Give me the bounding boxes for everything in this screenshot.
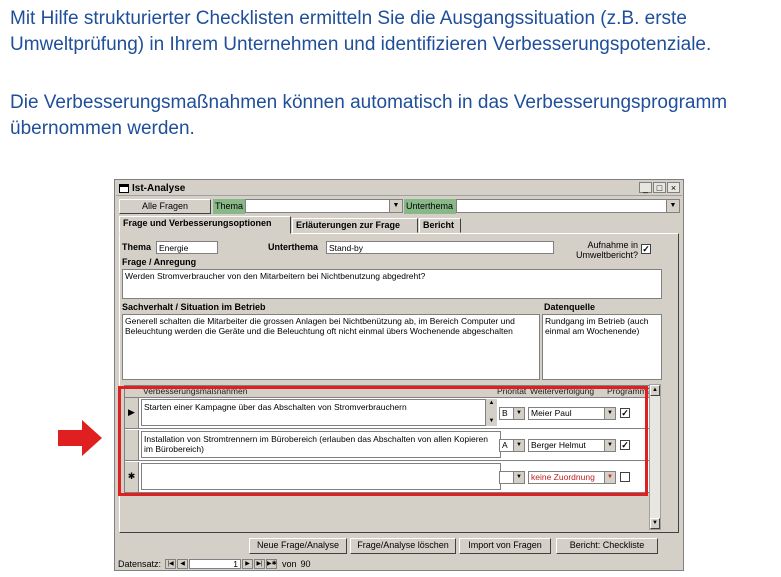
massnahme-text[interactable] xyxy=(141,463,501,490)
form-icon xyxy=(119,183,129,193)
person-value: Meier Paul xyxy=(531,408,572,418)
last-record-icon[interactable]: ▶| xyxy=(254,559,266,569)
frage-field[interactable]: Werden Stromverbraucher von den Mitarbei… xyxy=(122,269,662,299)
unterthema-filter-combo[interactable]: ▼ xyxy=(456,199,680,213)
chevron-down-icon[interactable]: ▼ xyxy=(389,200,402,212)
table-row[interactable]: ▶ Starten einer Kampagne über das Abscha… xyxy=(125,398,653,429)
current-record-field[interactable]: 1 xyxy=(189,559,242,569)
unterthema-label: Unterthema xyxy=(268,242,319,252)
programm-checkbox[interactable]: ✓ xyxy=(620,408,630,418)
of-label: von xyxy=(282,559,297,569)
header-weiterverfolgung: Weiterverfolgung xyxy=(530,386,595,396)
unterthema-filter-label: Unterthema xyxy=(404,199,456,214)
tab-bericht[interactable]: Bericht xyxy=(419,218,461,233)
total-records: 90 xyxy=(300,559,311,569)
datenquelle-field[interactable]: Rundgang im Betrieb (auch einmal am Woch… xyxy=(542,314,662,380)
record-selector-icon[interactable] xyxy=(125,430,139,460)
table-row[interactable]: Installation von Stromtrennern im Bürobe… xyxy=(125,430,653,461)
minimize-button[interactable]: _ xyxy=(639,182,652,193)
chevron-down-icon[interactable]: ▼ xyxy=(666,200,679,212)
close-button[interactable]: × xyxy=(667,182,680,193)
red-arrow-icon xyxy=(58,420,102,456)
thema-label: Thema xyxy=(122,242,152,252)
table-row[interactable]: ✱ ▼ keine Zuordnung ▼ xyxy=(125,462,653,493)
sachverhalt-field[interactable]: Generell schalten die Mitarbeiter die gr… xyxy=(122,314,540,380)
form-scrollbar[interactable]: ▲ ▼ xyxy=(649,384,661,530)
frage-label: Frage / Anregung xyxy=(122,257,197,267)
massnahme-text[interactable]: Installation von Stromtrennern im Bürobe… xyxy=(141,431,501,458)
massnahmen-subform: Verbesserungsmaßnahmen Priorität Weiterv… xyxy=(124,385,654,493)
chevron-down-icon[interactable]: ▼ xyxy=(604,440,615,451)
import-fragen-button[interactable]: Import von Fragen xyxy=(459,538,551,554)
datenquelle-label: Datenquelle xyxy=(544,302,596,312)
chevron-down-icon[interactable]: ▼ xyxy=(604,472,615,483)
aufnahme-checkbox[interactable]: ✓ xyxy=(641,244,651,254)
all-questions-button[interactable]: Alle Fragen xyxy=(119,199,211,214)
new-record-nav-icon[interactable]: ▶✱ xyxy=(266,559,278,569)
person-value: keine Zuordnung xyxy=(531,472,595,482)
text-scroll-arrows[interactable]: ▲ ▼ xyxy=(485,399,497,426)
tab-panel: Thema Energie Unterthema Stand-by Aufnah… xyxy=(119,233,679,533)
thema-field[interactable]: Energie xyxy=(156,241,218,254)
aufnahme-label: Aufnahme in Umweltbericht? xyxy=(575,240,638,260)
ist-analyse-window: Ist-Analyse _ □ × Alle Fragen Thema ▼ Un… xyxy=(114,179,684,571)
priority-combo[interactable]: A ▼ xyxy=(499,439,525,452)
window-titlebar[interactable]: Ist-Analyse _ □ × xyxy=(116,181,682,196)
scroll-up-icon[interactable]: ▲ xyxy=(650,385,660,396)
priority-value: A xyxy=(502,440,508,450)
chevron-down-icon[interactable]: ▼ xyxy=(513,440,524,451)
frage-loeschen-button[interactable]: Frage/Analyse löschen xyxy=(350,538,456,554)
intro-paragraph-2: Die Verbesserungsmaßnahmen können automa… xyxy=(10,92,728,139)
sachverhalt-label: Sachverhalt / Situation im Betrieb xyxy=(122,302,266,312)
person-combo[interactable]: keine Zuordnung ▼ xyxy=(528,471,616,484)
programm-checkbox[interactable]: ✓ xyxy=(620,440,630,450)
chevron-down-icon[interactable]: ▼ xyxy=(604,408,615,419)
navigation-label: Datensatz: xyxy=(118,559,162,569)
scroll-down-icon[interactable]: ▼ xyxy=(650,518,660,529)
person-combo[interactable]: Berger Helmut ▼ xyxy=(528,439,616,452)
tab-frage-verbesserung[interactable]: Frage und Verbesserungsoptionen xyxy=(119,216,291,234)
priority-combo[interactable]: ▼ xyxy=(499,471,525,484)
header-prioritaet: Priorität xyxy=(497,386,527,396)
bericht-checkliste-button[interactable]: Bericht: Checkliste xyxy=(556,538,658,554)
massnahme-text[interactable]: Starten einer Kampagne über das Abschalt… xyxy=(141,399,497,426)
chevron-down-icon[interactable]: ▼ xyxy=(513,472,524,483)
header-massnahmen: Verbesserungsmaßnahmen xyxy=(143,386,248,396)
first-record-icon[interactable]: |◀ xyxy=(165,559,177,569)
priority-value: B xyxy=(502,408,508,418)
subform-header: Verbesserungsmaßnahmen Priorität Weiterv… xyxy=(125,386,653,398)
priority-combo[interactable]: B ▼ xyxy=(499,407,525,420)
unterthema-field[interactable]: Stand-by xyxy=(326,241,554,254)
thema-filter-combo[interactable]: ▼ xyxy=(245,199,403,213)
header-programm: Programm? xyxy=(607,386,652,396)
previous-record-icon[interactable]: ◀ xyxy=(177,559,189,569)
neue-frage-button[interactable]: Neue Frage/Analyse xyxy=(249,538,347,554)
person-combo[interactable]: Meier Paul ▼ xyxy=(528,407,616,420)
all-questions-label: Alle Fragen xyxy=(141,201,189,211)
thema-filter-label: Thema xyxy=(213,199,245,214)
window-title: Ist-Analyse xyxy=(132,182,186,194)
intro-paragraph-1: Mit Hilfe strukturierter Checklisten erm… xyxy=(10,8,712,55)
person-value: Berger Helmut xyxy=(531,440,586,450)
record-navigation: Datensatz: |◀ ◀ 1 ▶ ▶| ▶✱ von 90 xyxy=(118,558,311,570)
chevron-down-icon[interactable]: ▼ xyxy=(513,408,524,419)
programm-checkbox[interactable] xyxy=(620,472,630,482)
maximize-button[interactable]: □ xyxy=(653,182,666,193)
filter-toolbar: Alle Fragen Thema ▼ Unterthema ▼ xyxy=(117,198,681,214)
tab-erlaeuterungen[interactable]: Erläuterungen zur Frage xyxy=(292,218,418,233)
next-record-icon[interactable]: ▶ xyxy=(242,559,254,569)
record-selector-icon[interactable]: ▶ xyxy=(125,398,139,428)
new-record-icon[interactable]: ✱ xyxy=(125,462,139,492)
